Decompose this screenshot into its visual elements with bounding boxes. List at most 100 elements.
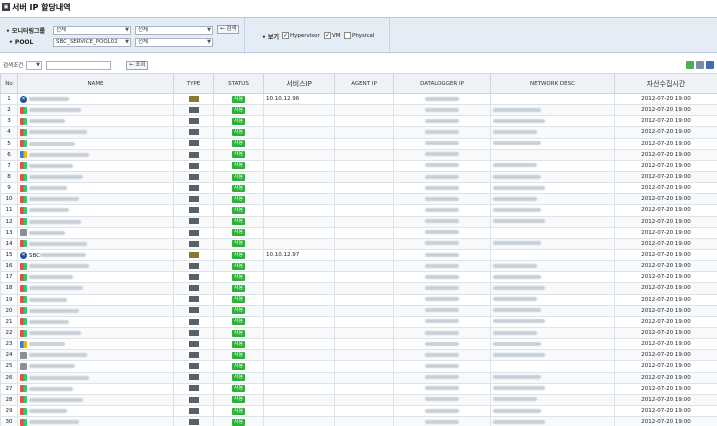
- query-button[interactable]: ← 조회: [126, 61, 149, 70]
- export-icon[interactable]: [696, 61, 704, 69]
- cell-name[interactable]: [17, 237, 174, 250]
- cell-name[interactable]: [17, 159, 174, 172]
- header-collected-time[interactable]: 자산수집시간: [614, 73, 717, 94]
- cell-name[interactable]: [17, 182, 174, 195]
- windows-icon: [20, 396, 27, 404]
- redacted-name: [29, 208, 69, 213]
- cell-name[interactable]: [17, 315, 174, 328]
- table-row[interactable]: 30 사용 2012-07-20 19:00: [0, 416, 717, 426]
- table-row[interactable]: 17 사용 2012-07-20 19:00: [0, 271, 717, 284]
- table-row[interactable]: 7 사용 2012-07-20 19:00: [0, 159, 717, 172]
- table-row[interactable]: 12 사용 2012-07-20 19:00: [0, 215, 717, 228]
- cell-name[interactable]: [17, 349, 174, 362]
- redacted-ip: [425, 285, 459, 290]
- cell-name[interactable]: [17, 416, 174, 426]
- monitor-group-select-2[interactable]: 전체 ▼: [135, 26, 213, 35]
- hypervisor-checkbox[interactable]: ✓ Hypervisor: [282, 32, 320, 39]
- cell-name[interactable]: [17, 137, 174, 150]
- table-row[interactable]: 23 사용 2012-07-20 19:00: [0, 338, 717, 351]
- cell-name[interactable]: [17, 360, 174, 373]
- cell-name[interactable]: [17, 260, 174, 273]
- search-button[interactable]: ← 검색: [217, 25, 240, 34]
- table-row[interactable]: 6 사용 2012-07-20 19:00: [0, 148, 717, 161]
- table-row[interactable]: 13 사용 2012-07-20 19:00: [0, 226, 717, 239]
- table-row[interactable]: 22 사용 2012-07-20 19:00: [0, 326, 717, 340]
- cell-name[interactable]: [17, 115, 174, 128]
- cell-name[interactable]: [17, 271, 174, 284]
- cell-name[interactable]: [17, 304, 174, 317]
- redacted-ip: [425, 207, 459, 212]
- table-row[interactable]: 4 사용 2012-07-20 19:00: [0, 126, 717, 139]
- cell-name[interactable]: [17, 326, 174, 340]
- cell-name[interactable]: [17, 404, 174, 418]
- cell-name[interactable]: [17, 393, 174, 406]
- table-row[interactable]: 8 사용 2012-07-20 19:00: [0, 170, 717, 184]
- table-row[interactable]: 1 ✕ 사용 10.10.12.96 2012-07-20 19:00: [0, 92, 717, 106]
- cell-agent-ip: [334, 115, 394, 128]
- cell-name[interactable]: [17, 170, 174, 184]
- cell-no: 29: [0, 404, 18, 418]
- header-name[interactable]: NAME: [17, 73, 174, 94]
- header-status[interactable]: STATUS: [213, 73, 264, 94]
- cell-agent-ip: [334, 170, 394, 184]
- redacted-network: [493, 118, 545, 123]
- table-row[interactable]: 25 사용 2012-07-20 19:00: [0, 360, 717, 373]
- cell-name[interactable]: [17, 371, 174, 384]
- table-row[interactable]: 24 사용 2012-07-20 19:00: [0, 349, 717, 362]
- table-row[interactable]: 15 ✕ SBC 사용 10.10.12.97 2012-07-20 19:00: [0, 248, 717, 262]
- add-icon[interactable]: [686, 61, 694, 69]
- cell-name[interactable]: [17, 226, 174, 239]
- header-datalogger-ip[interactable]: DATALOGGER IP: [393, 73, 491, 94]
- table-row[interactable]: 20 사용 2012-07-20 19:00: [0, 304, 717, 317]
- header-type[interactable]: TYPE: [173, 73, 214, 94]
- cell-service-ip: [263, 404, 335, 418]
- cell-name[interactable]: [17, 215, 174, 228]
- type-badge: [188, 218, 199, 225]
- table-row[interactable]: 28 사용 2012-07-20 19:00: [0, 393, 717, 406]
- header-no[interactable]: No: [0, 73, 18, 94]
- cell-name[interactable]: [17, 193, 174, 206]
- cell-name[interactable]: [17, 204, 174, 217]
- cell-type: [173, 215, 214, 228]
- print-icon[interactable]: [706, 61, 714, 69]
- header-service-ip[interactable]: 서비스IP: [263, 73, 335, 94]
- table-row[interactable]: 27 사용 2012-07-20 19:00: [0, 382, 717, 395]
- table-row[interactable]: 14 사용 2012-07-20 19:00: [0, 237, 717, 250]
- table-row[interactable]: 10 사용 2012-07-20 19:00: [0, 193, 717, 206]
- table-row[interactable]: 5 사용 2012-07-20 19:00: [0, 137, 717, 150]
- table-row[interactable]: 29 사용 2012-07-20 19:00: [0, 404, 717, 418]
- table-row[interactable]: 18 사용 2012-07-20 19:00: [0, 282, 717, 295]
- table-row[interactable]: 9 사용 2012-07-20 19:00: [0, 182, 717, 195]
- cell-name[interactable]: [17, 293, 174, 306]
- pool-select-1[interactable]: SBC_SERVICE_POOL02 ▼: [53, 38, 131, 47]
- search-condition-select[interactable]: ▼: [26, 61, 42, 70]
- vm-checkbox[interactable]: ✓ VM: [324, 32, 341, 39]
- table-row[interactable]: 2 사용 2012-07-20 19:00: [0, 104, 717, 117]
- cell-name[interactable]: ✕: [17, 92, 174, 106]
- physical-checkbox[interactable]: Physical: [344, 32, 374, 39]
- table-row[interactable]: 11 사용 2012-07-20 19:00: [0, 204, 717, 217]
- table-row[interactable]: 26 사용 2012-07-20 19:00: [0, 371, 717, 384]
- table-row[interactable]: 16 사용 2012-07-20 19:00: [0, 260, 717, 273]
- header-network-desc[interactable]: NETWORK DESC: [490, 73, 615, 94]
- windows-icon: [20, 418, 27, 426]
- cell-name[interactable]: [17, 282, 174, 295]
- search-input[interactable]: [46, 61, 111, 70]
- cell-name[interactable]: [17, 338, 174, 351]
- table-row[interactable]: 21 사용 2012-07-20 19:00: [0, 315, 717, 328]
- cell-name[interactable]: [17, 148, 174, 161]
- cell-name[interactable]: [17, 126, 174, 139]
- table-row[interactable]: 3 사용 2012-07-20 19:00: [0, 115, 717, 128]
- view-label: • 보기: [262, 34, 279, 41]
- redacted-ip: [425, 129, 459, 134]
- redacted-network: [493, 174, 541, 179]
- cell-name[interactable]: ✕ SBC: [17, 248, 174, 262]
- cell-name[interactable]: [17, 382, 174, 395]
- table-row[interactable]: 19 사용 2012-07-20 19:00: [0, 293, 717, 306]
- cell-network-desc: [490, 315, 615, 328]
- pool-select-2[interactable]: 전체 ▼: [135, 38, 213, 47]
- monitor-group-select-1[interactable]: 전체 ▼: [53, 26, 131, 35]
- header-agent-ip[interactable]: AGENT IP: [334, 73, 394, 94]
- cell-agent-ip: [334, 393, 394, 406]
- cell-name[interactable]: [17, 104, 174, 117]
